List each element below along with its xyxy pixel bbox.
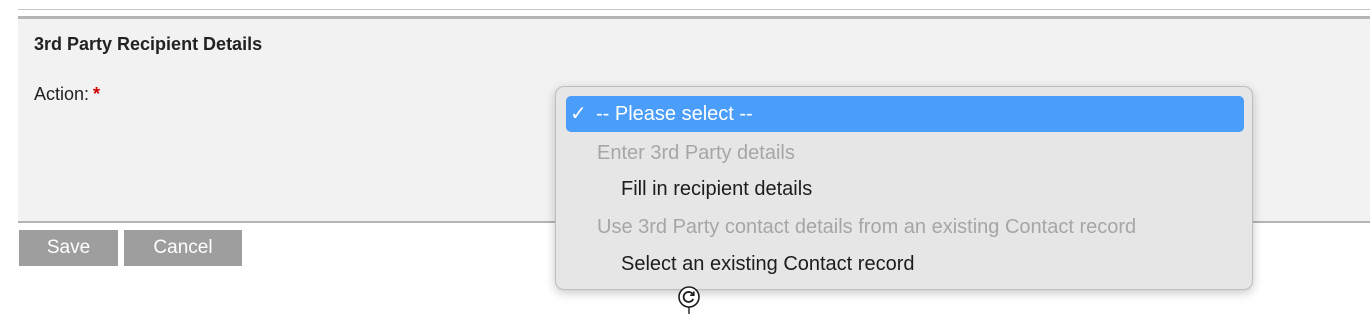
option-label: -- Please select --	[596, 103, 753, 125]
optgroup-use-existing-contact: Use 3rd Party contact details from an ex…	[597, 216, 1137, 238]
optgroup-enter-3rd-party-details: Enter 3rd Party details	[597, 142, 795, 164]
option-please-select[interactable]: ✓ -- Please select --	[566, 96, 1244, 132]
option-select-existing-contact[interactable]: Select an existing Contact record	[566, 246, 1244, 282]
action-field-label: Action: *	[34, 84, 100, 105]
section-title: 3rd Party Recipient Details	[34, 34, 263, 54]
top-divider-thin	[18, 9, 1370, 10]
action-label-text: Action:	[34, 84, 90, 104]
checkmark-icon: ✓	[570, 103, 587, 125]
resize-cursor-icon	[678, 286, 700, 314]
option-fill-in-recipient-details[interactable]: Fill in recipient details	[566, 171, 1244, 207]
save-button[interactable]: Save	[19, 230, 118, 266]
required-marker: *	[93, 84, 101, 104]
cancel-button[interactable]: Cancel	[124, 230, 242, 266]
action-dropdown-menu[interactable]: ✓ -- Please select -- Enter 3rd Party det…	[555, 86, 1253, 290]
